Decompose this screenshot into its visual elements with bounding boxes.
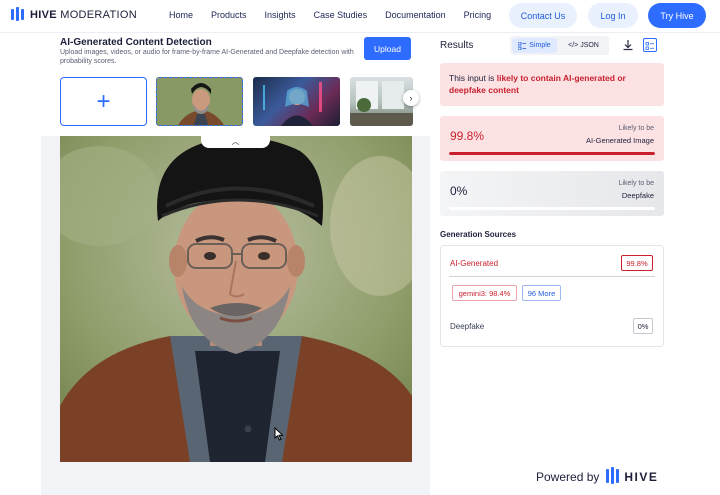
tool-title: AI-Generated Content Detection — [60, 37, 212, 48]
chevron-right-icon[interactable]: › — [403, 90, 419, 106]
generation-sources-title: Generation Sources — [440, 230, 517, 239]
nav-links: Home Products Insights Case Studies Docu… — [169, 10, 509, 20]
deepfake-progress-bar — [449, 207, 655, 210]
source-deepfake-label: Deepfake — [450, 322, 485, 331]
upload-button[interactable]: Upload — [364, 37, 411, 60]
nav-case-studies[interactable]: Case Studies — [314, 10, 368, 20]
report-icon[interactable] — [643, 38, 657, 52]
ai-generated-percent: 99.8% — [450, 129, 485, 143]
brand-name-rest: MODERATION — [56, 9, 137, 21]
ai-generated-progress-fill — [449, 152, 655, 155]
thumbnail-portrait-image — [157, 78, 242, 125]
deepfake-score-card: 0% Likely to be Deepfake — [440, 171, 664, 216]
nav-products[interactable]: Products — [211, 10, 247, 20]
ai-generated-progress-bar — [449, 152, 655, 155]
download-icon[interactable] — [622, 39, 634, 51]
try-hive-button[interactable]: Try Hive — [648, 3, 706, 28]
source-ai-generated-label: AI-Generated — [450, 259, 499, 268]
nav-pricing[interactable]: Pricing — [464, 10, 492, 20]
chevron-up-icon: ︿ — [231, 136, 240, 146]
json-view-tab[interactable]: </> JSON — [560, 38, 607, 53]
verdict-prefix: This input is — [449, 73, 497, 83]
model-chip[interactable]: gemini3: 98.4% — [452, 285, 517, 301]
deepfake-label: Deepfake — [621, 191, 654, 200]
more-sources-button[interactable]: 96 More — [522, 285, 561, 301]
deepfake-percent: 0% — [450, 184, 468, 198]
nav-insights[interactable]: Insights — [265, 10, 296, 20]
simple-view-label: Simple — [529, 42, 551, 49]
hive-wordmark: HIVE — [624, 469, 659, 484]
list-view-icon — [518, 41, 527, 50]
ai-generated-likely-text: Likely to be — [618, 125, 654, 132]
checklist-icon — [645, 42, 654, 50]
deepfake-likely-text: Likely to be — [618, 180, 654, 187]
nav-documentation[interactable]: Documentation — [385, 10, 446, 20]
brand-name-bold: HIVE — [30, 9, 57, 21]
ai-generated-label: AI-Generated Image — [586, 136, 654, 145]
powered-by-hive[interactable]: Powered by HIVE — [536, 467, 659, 484]
collapse-thumbnails-button[interactable]: ︿ — [201, 134, 270, 148]
plus-icon: + — [96, 87, 111, 115]
hive-logo-icon-footer — [606, 467, 620, 484]
source-ai-generated-badge: 99.8% — [621, 255, 653, 271]
top-nav: HIVE MODERATION Home Products Insights C… — [0, 0, 720, 33]
hive-logo-icon — [11, 7, 24, 21]
thumbnail-2[interactable] — [253, 77, 340, 126]
hive-logo[interactable]: HIVE MODERATION — [11, 7, 137, 21]
source-deepfake-badge: 0% — [633, 318, 653, 334]
results-heading: Results — [440, 40, 474, 51]
ai-generated-score-card: 99.8% Likely to be AI-Generated Image — [440, 116, 664, 161]
add-media-button[interactable]: + — [60, 77, 147, 126]
analyzed-image — [60, 136, 412, 462]
mouse-cursor-icon — [274, 427, 284, 441]
log-in-button[interactable]: Log In — [588, 3, 638, 28]
tool-subtitle: Upload images, videos, or audio for fram… — [60, 49, 354, 65]
simple-view-tab[interactable]: Simple — [512, 38, 557, 53]
portrait-photo — [60, 136, 412, 462]
verdict-alert: This input is likely to contain AI-gener… — [440, 63, 664, 106]
thumbnail-selected[interactable] — [156, 77, 243, 126]
sources-divider — [449, 276, 655, 277]
contact-us-button[interactable]: Contact Us — [509, 3, 577, 28]
nav-home[interactable]: Home — [169, 10, 193, 20]
thumbnail-cyberpunk-image — [263, 82, 322, 126]
powered-by-text: Powered by — [536, 469, 600, 484]
